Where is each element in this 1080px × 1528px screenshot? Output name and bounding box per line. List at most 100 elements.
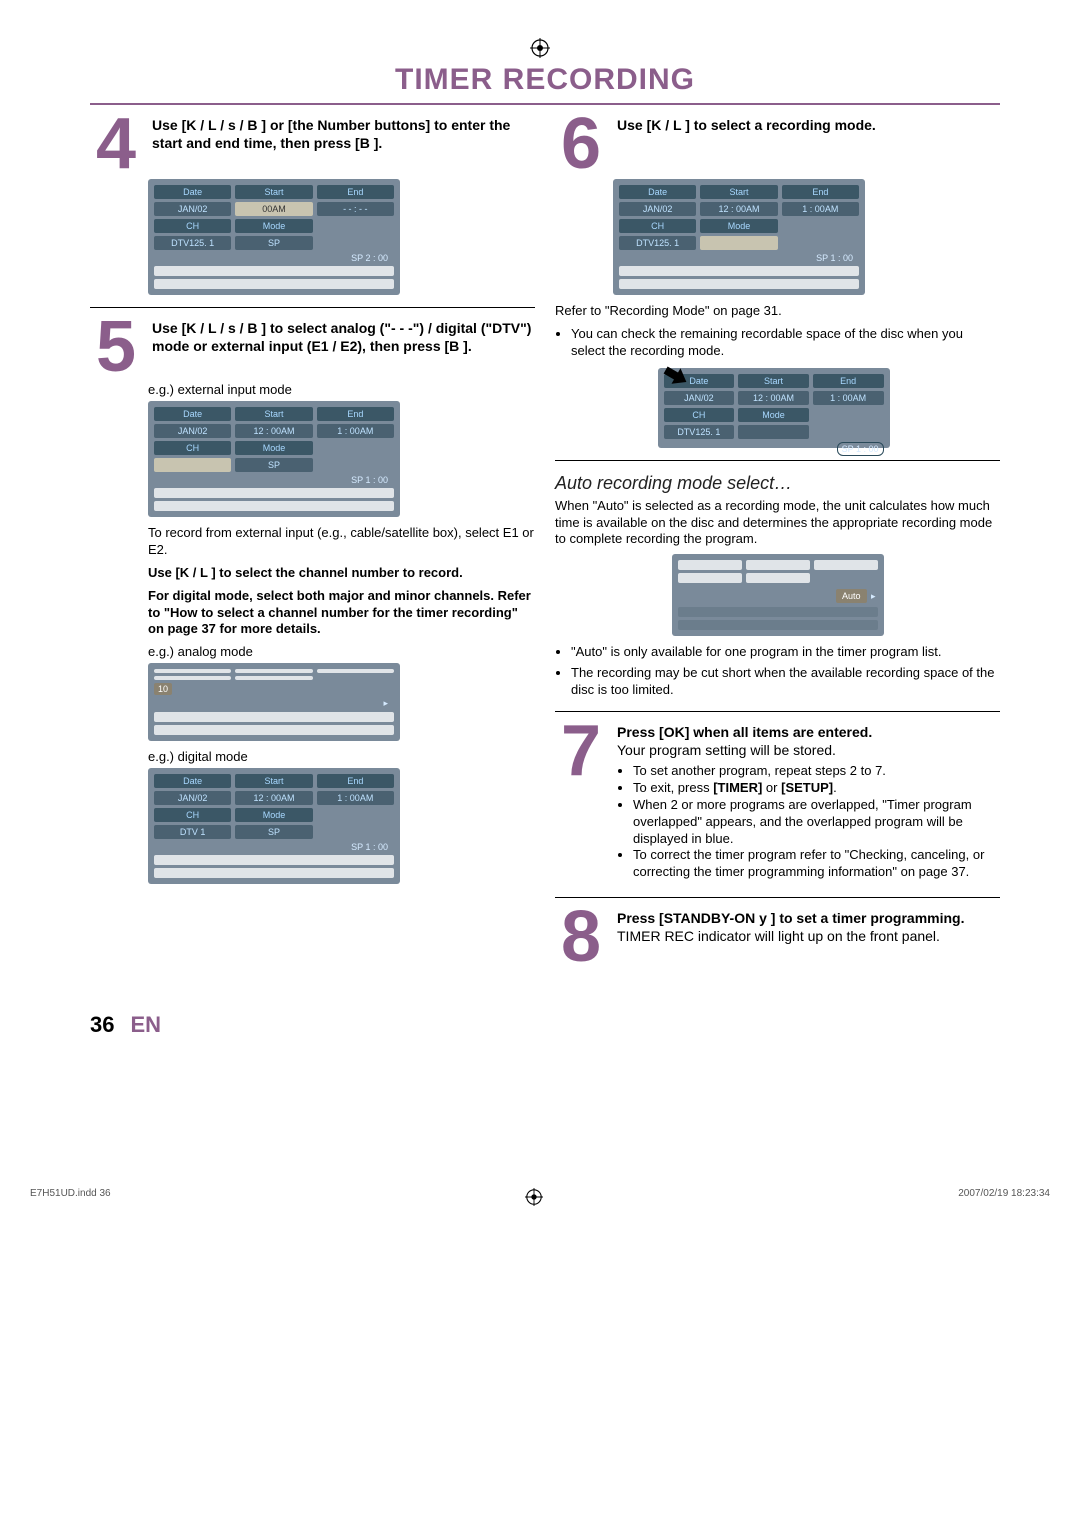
page-number: 36 bbox=[90, 1012, 114, 1038]
osd-cell: 1 : 00AM bbox=[317, 424, 394, 438]
step-8-para: TIMER REC indicator will light up on the… bbox=[617, 928, 940, 944]
osd-cell bbox=[700, 236, 777, 250]
osd-cell: Date bbox=[154, 774, 231, 788]
osd-cell: Mode bbox=[738, 408, 809, 422]
osd-cell: 1 : 00AM bbox=[317, 791, 394, 805]
osd-cell: DTV 1 bbox=[154, 825, 231, 839]
separator bbox=[555, 460, 1000, 461]
step-4-text: Use [K / L / s / B ] or [the Number butt… bbox=[152, 117, 510, 151]
osd-cell: 12 : 00AM bbox=[235, 424, 312, 438]
caption-digital: e.g.) digital mode bbox=[148, 749, 535, 764]
osd-cell: 1 : 00AM bbox=[813, 391, 884, 405]
bullet-overlap: When 2 or more programs are overlapped, … bbox=[633, 797, 1000, 848]
osd-header-date: Date bbox=[154, 185, 231, 199]
footer: 36 EN bbox=[90, 1012, 1000, 1038]
osd-cell: Mode bbox=[235, 808, 312, 822]
step-8-text: Press [STANDBY-ON y ] to set a timer pro… bbox=[617, 910, 964, 926]
step-5: 5 Use [K / L / s / B ] to select analog … bbox=[90, 320, 535, 374]
osd-cell: DTV125. 1 bbox=[664, 425, 735, 439]
step-6-text: Use [K / L ] to select a recording mode. bbox=[617, 117, 876, 133]
osd-step6b: Date Start End JAN/02 12 : 00AM 1 : 00AM… bbox=[658, 368, 898, 448]
step-7-para: Your program setting will be stored. bbox=[617, 742, 836, 758]
callout-arrow-icon bbox=[662, 364, 692, 394]
osd-cell: 1 : 00AM bbox=[782, 202, 859, 216]
osd-cell: End bbox=[317, 407, 394, 421]
osd-cell: End bbox=[813, 374, 884, 388]
osd-cell bbox=[154, 458, 231, 472]
osd-cell bbox=[235, 676, 312, 680]
para-ext: To record from external input (e.g., cab… bbox=[148, 525, 535, 559]
step-6: 6 Use [K / L ] to select a recording mod… bbox=[555, 117, 1000, 171]
osd-sp-highlight: SP 1 : 00 bbox=[842, 444, 879, 454]
osd-cell: - - : - - bbox=[317, 202, 394, 216]
osd-cell: JAN/02 bbox=[619, 202, 696, 216]
osd-sp: SP 1 : 00 bbox=[619, 253, 859, 263]
osd-cell: Date bbox=[619, 185, 696, 199]
osd-auto: Auto ▸ bbox=[672, 554, 884, 636]
osd-cell: Start bbox=[235, 774, 312, 788]
osd-cell: JAN/02 bbox=[154, 202, 231, 216]
step-7-text: Press [OK] when all items are entered. bbox=[617, 724, 872, 740]
meta-file: E7H51UD.indd 36 bbox=[30, 1188, 111, 1209]
osd-header-end: End bbox=[317, 185, 394, 199]
osd-cell: DTV125. 1 bbox=[619, 236, 696, 250]
osd-step6a: Date Start End JAN/02 12 : 00AM 1 : 00AM… bbox=[613, 179, 1000, 295]
osd-cell: Mode bbox=[235, 219, 312, 233]
bullet-auto-one: "Auto" is only available for one program… bbox=[571, 644, 1000, 661]
osd-cell bbox=[317, 669, 394, 673]
osd-cell: CH bbox=[154, 441, 231, 455]
osd-step4: Date Start End JAN/02 00AM - - : - - CH … bbox=[148, 179, 535, 295]
osd-cell: SP bbox=[235, 825, 312, 839]
step-4: 4 Use [K / L / s / B ] or [the Number bu… bbox=[90, 117, 535, 171]
osd-cell: JAN/02 bbox=[154, 791, 231, 805]
subhead-auto: Auto recording mode select… bbox=[555, 473, 1000, 494]
osd-sp: SP 1 : 00 bbox=[154, 475, 394, 485]
osd-header-start: Start bbox=[235, 185, 312, 199]
osd-cell bbox=[235, 669, 312, 673]
osd-analog: 10 ▸ bbox=[148, 663, 535, 741]
osd-analog-badge: 10 bbox=[154, 683, 172, 695]
meta-date: 2007/02/19 18:23:34 bbox=[958, 1188, 1050, 1209]
osd-cell: 12 : 00AM bbox=[700, 202, 777, 216]
osd-cell: Start bbox=[235, 407, 312, 421]
step-number: 6 bbox=[555, 117, 607, 171]
osd-sp: SP 2 : 00 bbox=[154, 253, 394, 263]
para-auto-desc: When "Auto" is selected as a recording m… bbox=[555, 498, 1000, 549]
osd-cell: End bbox=[782, 185, 859, 199]
caption-ext-input: e.g.) external input mode bbox=[148, 382, 535, 397]
caption-analog: e.g.) analog mode bbox=[148, 644, 535, 659]
step-number: 8 bbox=[555, 910, 607, 964]
registration-mark-bottom bbox=[525, 1188, 543, 1209]
osd-cell: CH bbox=[154, 808, 231, 822]
separator bbox=[555, 897, 1000, 898]
right-column: 6 Use [K / L ] to select a recording mod… bbox=[555, 117, 1000, 972]
bullet-correct: To correct the timer program refer to "C… bbox=[633, 847, 1000, 881]
osd-cell bbox=[154, 669, 231, 673]
bullet-check-space: You can check the remaining recordable s… bbox=[571, 326, 1000, 360]
osd-cell: End bbox=[317, 774, 394, 788]
osd-cell: CH bbox=[664, 408, 735, 422]
osd-cell: Mode bbox=[700, 219, 777, 233]
separator bbox=[90, 307, 535, 308]
osd-ext-input: Date Start End JAN/02 12 : 00AM 1 : 00AM… bbox=[148, 401, 535, 517]
page-title: TIMER RECORDING bbox=[90, 63, 1000, 105]
left-column: 4 Use [K / L / s / B ] or [the Number bu… bbox=[90, 117, 535, 972]
step-number: 5 bbox=[90, 320, 142, 374]
osd-cell: Mode bbox=[235, 441, 312, 455]
separator bbox=[555, 711, 1000, 712]
osd-cell: Start bbox=[700, 185, 777, 199]
lang-code: EN bbox=[130, 1012, 161, 1038]
step-number: 7 bbox=[555, 724, 607, 885]
para-digital-channels: For digital mode, select both major and … bbox=[148, 588, 535, 639]
step-8: 8 Press [STANDBY-ON y ] to set a timer p… bbox=[555, 910, 1000, 964]
osd-cell: SP bbox=[235, 458, 312, 472]
step-number: 4 bbox=[90, 117, 142, 171]
print-meta: E7H51UD.indd 36 2007/02/19 18:23:34 bbox=[0, 1188, 1080, 1219]
osd-cell: 12 : 00AM bbox=[738, 391, 809, 405]
osd-cell bbox=[154, 676, 231, 680]
para-refer-recmode: Refer to "Recording Mode" on page 31. bbox=[555, 303, 1000, 320]
bullet-repeat-steps: To set another program, repeat steps 2 t… bbox=[633, 763, 1000, 780]
osd-cell: 00AM bbox=[235, 202, 312, 216]
osd-cell: JAN/02 bbox=[154, 424, 231, 438]
osd-cell: Start bbox=[738, 374, 809, 388]
